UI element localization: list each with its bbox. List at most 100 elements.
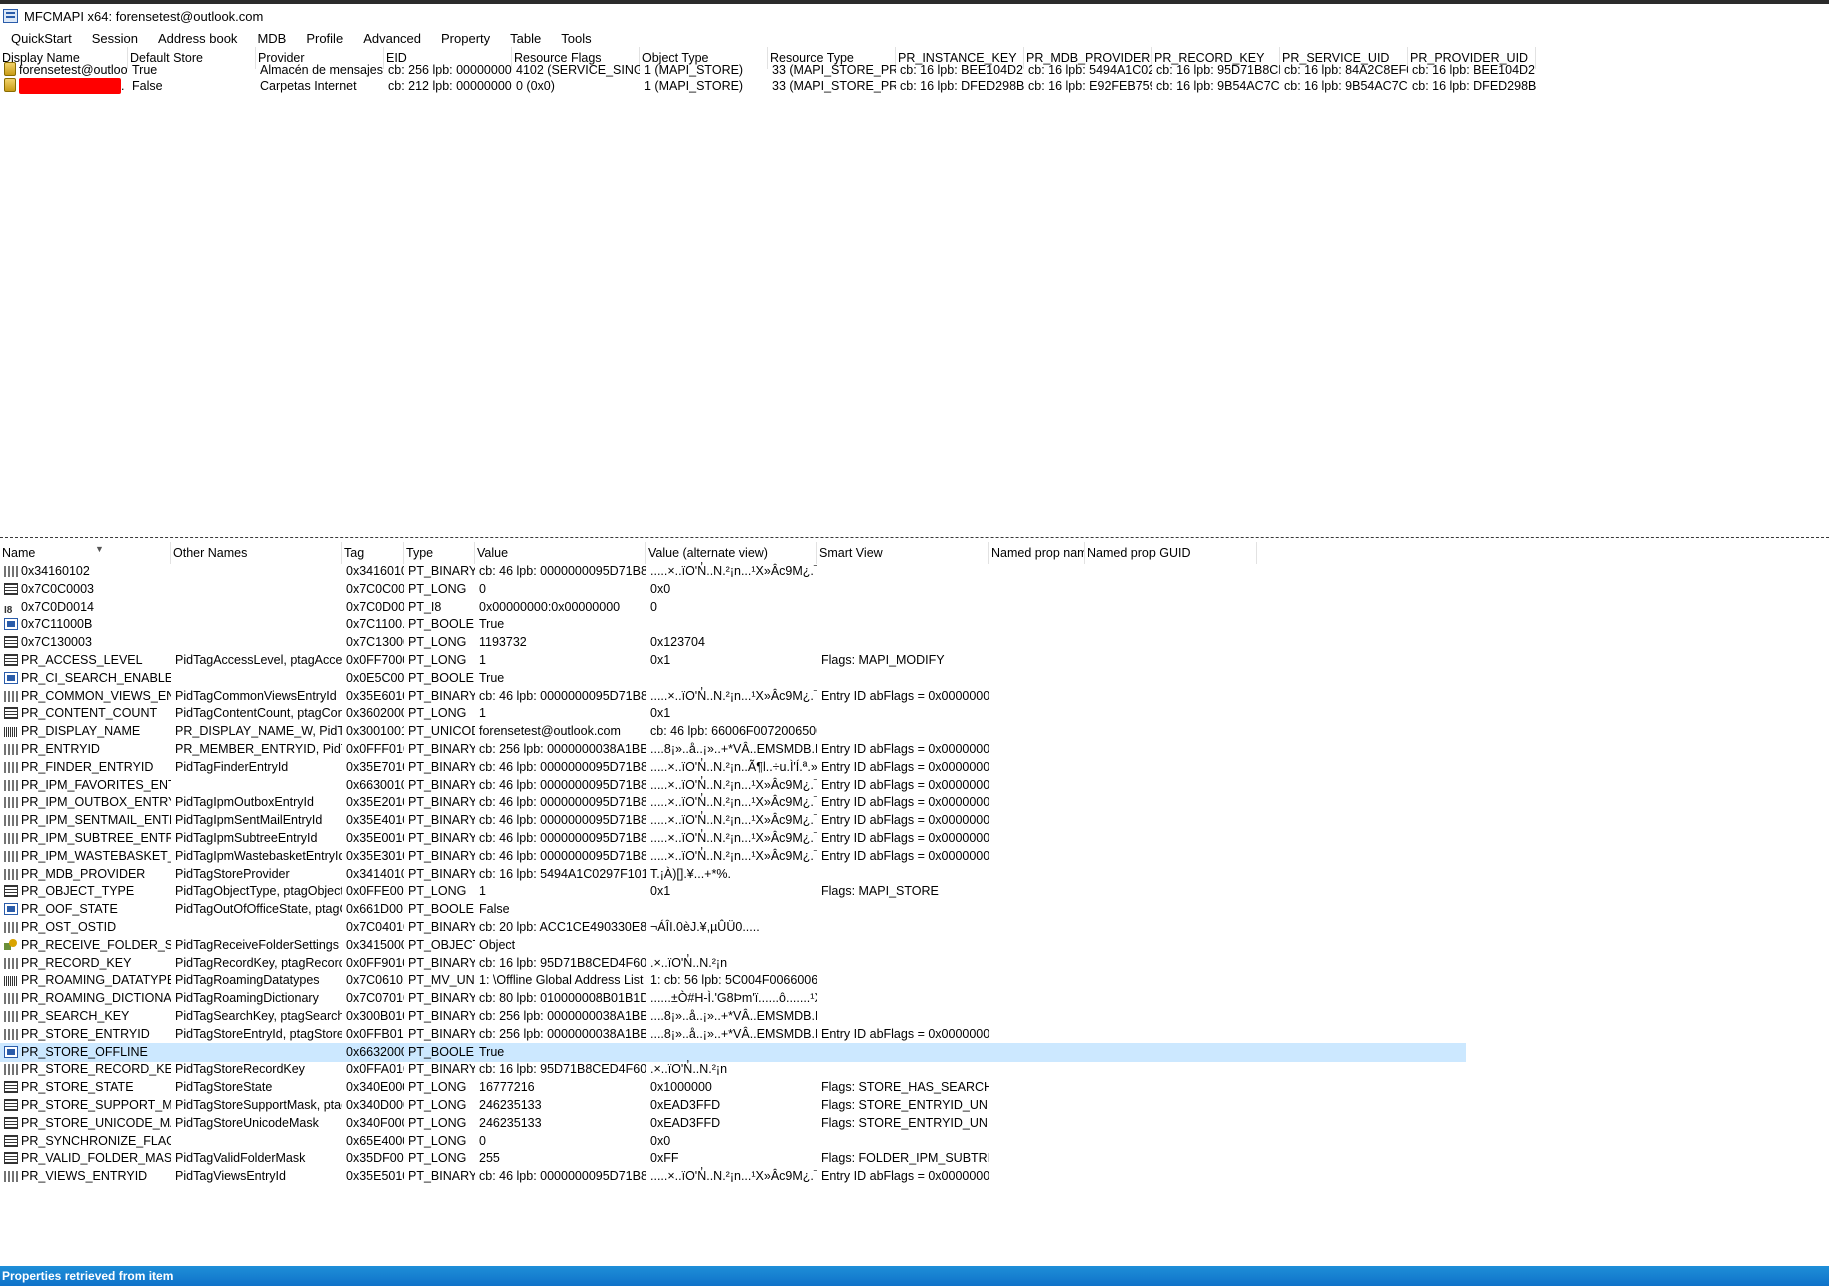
property-row[interactable]: PR_OBJECT_TYPE PidTagObjectType, ptagObje… bbox=[0, 882, 1466, 901]
props-col-other-names[interactable]: Other Names bbox=[171, 542, 342, 564]
property-row[interactable]: 0x34160102 0x34160102 PT_BINARY cb: 46 lpb:… bbox=[0, 562, 1466, 581]
property-row[interactable]: PR_ACCESS_LEVEL PidTagAccessLevel, ptagAc… bbox=[0, 651, 1466, 670]
cell-text: PT_BINARY bbox=[408, 831, 475, 845]
property-row[interactable]: PR_ENTRYID PR_MEMBER_ENTRYID, PidTagEnt..… bbox=[0, 740, 1466, 759]
pane-splitter[interactable] bbox=[0, 537, 1829, 538]
cell-text: PT_LONG bbox=[408, 1115, 467, 1130]
cell-text: cb: 16 lpb: 84A2C8EF01F... bbox=[1284, 63, 1408, 77]
binary-property-icon bbox=[4, 868, 18, 880]
property-row[interactable]: PR_STORE_RECORD_KEY PidTagStoreRecordKey 0… bbox=[0, 1060, 1466, 1079]
property-row[interactable]: PR_MDB_PROVIDER PidTagStoreProvider 0x3414… bbox=[0, 865, 1466, 884]
prop-cell-other-names: PidTagStoreUnicodeMask bbox=[171, 1114, 342, 1133]
cell-text: cb: 16 lpb: DFED298BEC... bbox=[1412, 79, 1536, 93]
props-col-smart-view[interactable]: Smart View bbox=[817, 542, 989, 564]
props-col-named-prop-name[interactable]: Named prop name bbox=[989, 542, 1085, 564]
menu-address-book[interactable]: Address book bbox=[148, 31, 248, 46]
prop-cell-named-prop-name bbox=[989, 811, 1085, 830]
menu-profile[interactable]: Profile bbox=[296, 31, 353, 46]
menu-advanced[interactable]: Advanced bbox=[353, 31, 431, 46]
prop-cell-named-prop-guid bbox=[1085, 918, 1257, 937]
property-row[interactable]: PR_STORE_UNICODE_MASK PidTagStoreUnicodeM… bbox=[0, 1114, 1466, 1133]
prop-cell-other-names: PidTagViewsEntryId bbox=[171, 1167, 342, 1186]
props-col-named-prop-guid[interactable]: Named prop GUID bbox=[1085, 542, 1257, 564]
property-row[interactable]: PR_STORE_OFFLINE 0x6632000B PT_BOOLE... Tru… bbox=[0, 1042, 1466, 1062]
property-row[interactable]: PR_VALID_FOLDER_MASK PidTagValidFolderMas… bbox=[0, 1149, 1466, 1168]
prop-cell-name: PR_ROAMING_DICTIONARY bbox=[0, 989, 171, 1008]
cell-text: PR_IPM_FAVORITES_ENTRYID bbox=[21, 777, 171, 792]
property-row[interactable]: PR_STORE_ENTRYID PidTagStoreEntryId, ptag… bbox=[0, 1025, 1466, 1044]
menu-session[interactable]: Session bbox=[82, 31, 148, 46]
property-row[interactable]: PR_ROAMING_DATATYPES PidTagRoamingDatatyp… bbox=[0, 971, 1466, 990]
title-bar: MFCMAPI x64: forensetest@outlook.com bbox=[0, 4, 1829, 28]
property-row[interactable]: 0x7C0D0014 0x7C0D00... PT_I8 0x00000000:0x0… bbox=[0, 598, 1466, 617]
property-row[interactable]: PR_FINDER_ENTRYID PidTagFinderEntryId 0x35… bbox=[0, 758, 1466, 777]
menu-tools[interactable]: Tools bbox=[551, 31, 601, 46]
cell-text: 0x123704 bbox=[650, 635, 705, 650]
prop-cell-value-alternate-view: 0xFF bbox=[646, 1149, 817, 1168]
props-col-value[interactable]: Value bbox=[475, 542, 646, 564]
menu-table[interactable]: Table bbox=[500, 31, 551, 46]
prop-cell-other-names bbox=[171, 598, 342, 617]
property-row[interactable]: 0x7C0C0003 0x7C0C00... PT_LONG 0 0x0 bbox=[0, 580, 1466, 599]
property-row[interactable]: 0x7C11000B 0x7C1100... PT_BOOLE... True bbox=[0, 615, 1466, 634]
property-row[interactable]: PR_IPM_FAVORITES_ENTRYID 0x66300102 PT_BIN… bbox=[0, 776, 1466, 795]
cell-text: forensetest@outlook.com bbox=[479, 724, 621, 739]
prop-cell-named-prop-guid bbox=[1085, 1096, 1257, 1115]
property-row[interactable]: 0x7C130003 0x7C130003 PT_LONG 1193732 0x1237… bbox=[0, 633, 1466, 652]
prop-cell-name: PR_VIEWS_ENTRYID bbox=[0, 1167, 171, 1186]
property-row[interactable]: PR_RECEIVE_FOLDER_SETTINGS PidTagReceiveF… bbox=[0, 936, 1466, 955]
property-row[interactable]: PR_STORE_STATE PidTagStoreState 0x340E0003… bbox=[0, 1078, 1466, 1097]
cell-text: cb: 46 lpb: 0000000095D71B8CED4... bbox=[479, 688, 646, 703]
cell-text: ......±Ò#H-Ì.'G8Þm'ï......ô.......¹X»Âc.… bbox=[650, 991, 817, 1006]
prop-cell-smart-view: Entry ID abFlags = 0x00000000 Pro... bbox=[817, 847, 989, 866]
property-row[interactable]: PR_OST_OSTID 0x7C040102 PT_BINARY cb: 20 lp… bbox=[0, 918, 1466, 937]
cell-text: 0x7C11000B bbox=[21, 617, 93, 632]
property-row[interactable]: PR_IPM_WASTEBASKET_ENTRYID PidTagIpmWaste… bbox=[0, 847, 1466, 866]
menu-property[interactable]: Property bbox=[431, 31, 500, 46]
property-row[interactable]: PR_ROAMING_DICTIONARY PidTagRoamingDictio… bbox=[0, 989, 1466, 1008]
property-row[interactable]: PR_STORE_SUPPORT_MASK PidTagStoreSupportM… bbox=[0, 1096, 1466, 1115]
prop-cell-other-names: PidTagObjectType, ptagObjectType bbox=[171, 882, 342, 901]
prop-cell-name: PR_OBJECT_TYPE bbox=[0, 882, 171, 901]
props-col-value-alternate-view[interactable]: Value (alternate view) bbox=[646, 542, 817, 564]
property-row[interactable]: PR_COMMON_VIEWS_ENTRYID PidTagCommonViews… bbox=[0, 687, 1466, 706]
cell-text: PT_BINARY bbox=[408, 564, 475, 578]
cell-text: 0xEAD3FFD bbox=[650, 1115, 721, 1130]
property-row[interactable]: PR_SEARCH_KEY PidTagSearchKey, ptagSearch… bbox=[0, 1007, 1466, 1026]
property-row[interactable]: PR_OOF_STATE PidTagOutOfOfficeState, ptag… bbox=[0, 900, 1466, 919]
property-row[interactable]: PR_IPM_SENTMAIL_ENTRYID PidTagIpmSentMail… bbox=[0, 811, 1466, 830]
property-row[interactable]: PR_SYNCHRONIZE_FLAGS 0x65E40003 PT_LONG 0 0x… bbox=[0, 1132, 1466, 1151]
prop-cell-named-prop-guid bbox=[1085, 1078, 1257, 1097]
property-row[interactable]: PR_CI_SEARCH_ENABLED 0x0E5C00... PT_BOOLE.… bbox=[0, 669, 1466, 688]
props-col-name[interactable]: Name ▼ bbox=[0, 542, 171, 564]
prop-cell-named-prop-name bbox=[989, 1132, 1085, 1151]
store-cell-provider: Carpetas Internet bbox=[256, 77, 384, 96]
cell-text: 1: cb: 56 lpb: 5C004F00660066006... bbox=[650, 973, 817, 988]
window-title: MFCMAPI x64: forensetest@outlook.com bbox=[24, 8, 264, 24]
property-row[interactable]: PR_RECORD_KEY PidTagRecordKey, ptagRecord… bbox=[0, 954, 1466, 973]
property-row[interactable]: PR_VIEWS_ENTRYID PidTagViewsEntryId 0x35E5… bbox=[0, 1167, 1466, 1186]
cell-text: 255 bbox=[479, 1151, 500, 1166]
prop-cell-type: PT_BINARY bbox=[404, 562, 475, 581]
prop-cell-value-alternate-view bbox=[646, 900, 817, 919]
prop-cell-tag: 0x7C130003 bbox=[342, 633, 404, 652]
props-col-type[interactable]: Type bbox=[404, 542, 475, 564]
cell-text: cb: 46 lpb: 0000000095D71B8CED4... bbox=[479, 795, 646, 810]
prop-cell-tag: 0x7C06101F bbox=[342, 971, 404, 990]
prop-cell-type: PT_LONG bbox=[404, 651, 475, 670]
cell-text: cb: 16 lpb: 5494A1C0297F101BA58... bbox=[479, 866, 646, 881]
prop-cell-other-names: PidTagContentCount, ptagConte... bbox=[171, 704, 342, 723]
store-row[interactable]: . False Carpetas Internet cb: 212 lpb: 0000… bbox=[0, 77, 1536, 96]
prop-cell-other-names: PidTagStoreEntryId, ptagStoreEntr... bbox=[171, 1025, 342, 1044]
props-col-tag[interactable]: Tag bbox=[342, 542, 404, 564]
cell-text: PidTagStoreUnicodeMask bbox=[175, 1115, 319, 1130]
property-row[interactable]: PR_IPM_SUBTREE_ENTRYID PidTagIpmSubtreeEn… bbox=[0, 829, 1466, 848]
cell-text: PR_MDB_PROVIDER bbox=[21, 866, 146, 881]
property-row[interactable]: PR_DISPLAY_NAME PR_DISPLAY_NAME_W, PidTag… bbox=[0, 722, 1466, 741]
prop-cell-smart-view bbox=[817, 936, 989, 955]
menu-quickstart[interactable]: QuickStart bbox=[0, 31, 82, 46]
menu-mdb[interactable]: MDB bbox=[247, 31, 296, 46]
prop-cell-named-prop-name bbox=[989, 882, 1085, 901]
property-row[interactable]: PR_CONTENT_COUNT PidTagContentCount, ptag… bbox=[0, 704, 1466, 723]
property-row[interactable]: PR_IPM_OUTBOX_ENTRYID PidTagIpmOutboxEntr… bbox=[0, 793, 1466, 812]
